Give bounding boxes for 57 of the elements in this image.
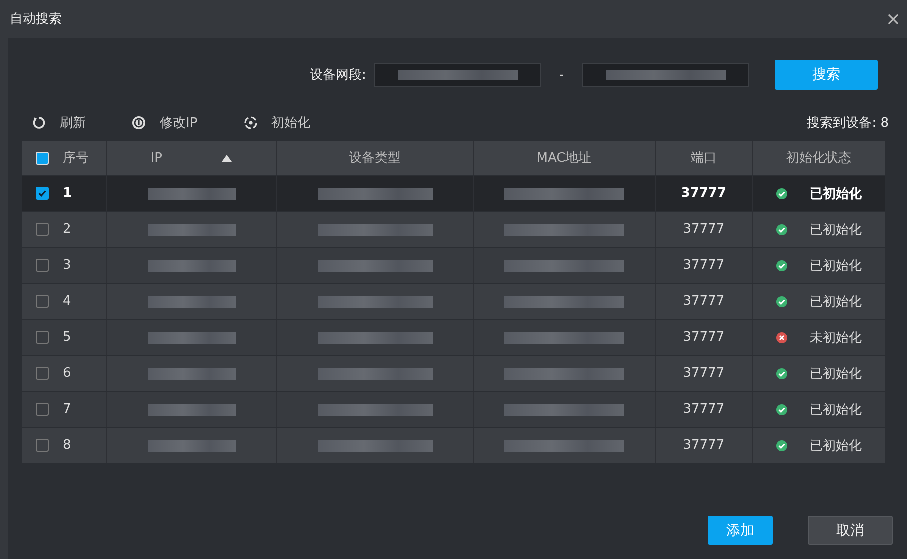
table-cell: 37777 [683, 330, 725, 345]
table-cell: 2 [63, 222, 72, 237]
table-row[interactable]: 2 37777 已初始化 [22, 212, 885, 248]
table-cell-text: 已初始化 [810, 366, 862, 382]
device-count: 搜索到设备: 8 [807, 115, 889, 132]
table-row[interactable]: 4 37777 已初始化 [22, 284, 885, 320]
end-ip-field[interactable] [582, 63, 750, 87]
table-cell: 5 [63, 330, 72, 345]
toolbar-button[interactable]: 刷新 [32, 114, 86, 132]
row-checkbox[interactable] [36, 367, 49, 380]
table-cell: 3 [63, 258, 72, 273]
table-cell-text: 未初始化 [810, 330, 862, 346]
table-cell: 37777 [683, 222, 725, 237]
start-ip-field[interactable] [374, 63, 542, 87]
table-cell: 4 [63, 294, 72, 309]
table-cell-text: 已初始化 [810, 438, 862, 454]
table-cell: 1 [63, 186, 72, 201]
column-label: 序号 [63, 150, 89, 167]
table-row[interactable]: 7 37777 已初始化 [22, 392, 885, 428]
row-checkbox[interactable] [36, 187, 49, 200]
row-checkbox[interactable] [36, 295, 49, 308]
table-row[interactable]: 8 37777 已初始化 [22, 428, 885, 464]
table-cell: 6 [63, 366, 72, 381]
range-separator: - [559, 68, 564, 82]
cancel-button[interactable]: 取消 [808, 516, 893, 545]
table-cell-text: 已初始化 [810, 294, 862, 310]
row-checkbox[interactable] [36, 259, 49, 272]
table-cell: 37777 [683, 294, 725, 309]
segment-label: 设备网段: [310, 67, 366, 84]
close-button[interactable]: × [880, 8, 907, 30]
table-row[interactable]: 3 37777 已初始化 [22, 248, 885, 284]
table-row[interactable]: 5 37777 未初始化 [22, 320, 885, 356]
table-cell: 8 [63, 438, 72, 453]
table-cell: 37777 [683, 366, 725, 381]
table-cell-text: 已初始化 [810, 402, 862, 418]
table-cell-text: 已初始化 [810, 186, 862, 202]
toolbar-button[interactable]: 修改IP [132, 114, 198, 132]
window-title: 自动搜索 [10, 11, 62, 28]
table-cell-text: 已初始化 [810, 222, 862, 238]
refresh-icon [32, 116, 46, 130]
table-row[interactable]: 6 37777 已初始化 [22, 356, 885, 392]
target-icon [244, 116, 258, 130]
table-cell: 37777 [681, 186, 727, 201]
row-checkbox[interactable] [36, 403, 49, 416]
table-cell: 7 [63, 402, 72, 417]
table-cell-text: 已初始化 [810, 258, 862, 274]
select-all-checkbox[interactable] [36, 152, 49, 164]
table-row[interactable]: 1 37777 已初始化 [22, 176, 885, 212]
row-checkbox[interactable] [36, 439, 49, 452]
sort-up-icon [222, 154, 232, 162]
table-cell: 37777 [683, 438, 725, 453]
row-checkbox[interactable] [36, 331, 49, 344]
toolbar-button[interactable]: 初始化 [244, 114, 311, 132]
table-cell: 37777 [683, 258, 725, 273]
table-cell: 37777 [683, 402, 725, 417]
row-checkbox[interactable] [36, 223, 49, 236]
column-header[interactable]: 端口 [656, 141, 754, 175]
